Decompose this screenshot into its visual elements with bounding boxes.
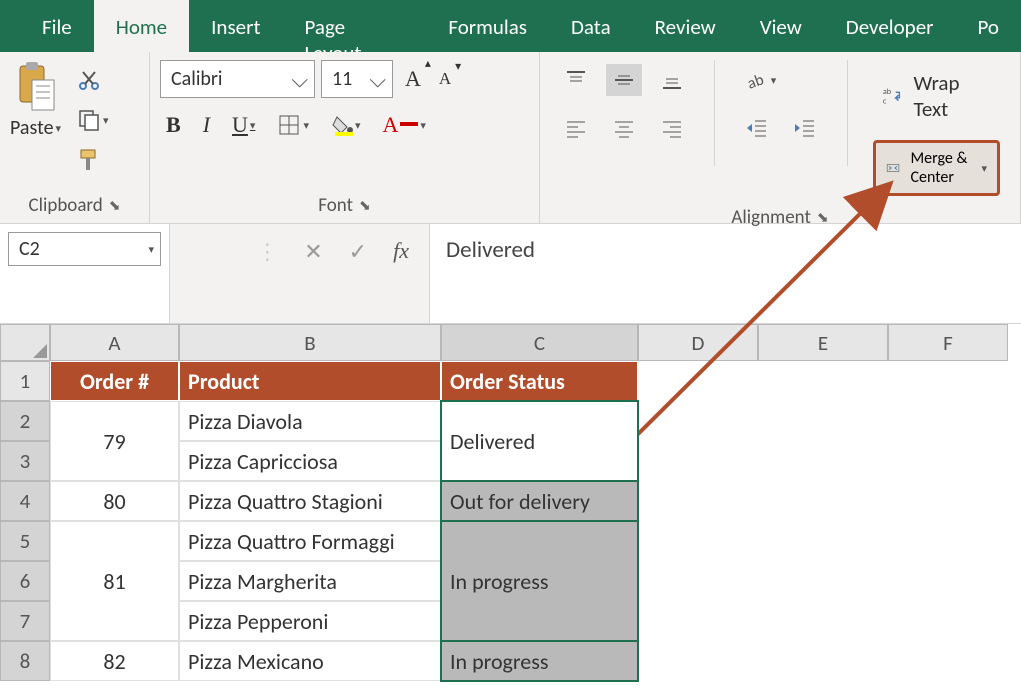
- fx-icon[interactable]: fx: [393, 238, 409, 264]
- increase-indent-button[interactable]: [787, 112, 823, 144]
- tab-view[interactable]: View: [738, 0, 824, 52]
- tab-data[interactable]: Data: [549, 0, 633, 52]
- tab-more[interactable]: Po: [955, 0, 1021, 52]
- data-cell[interactable]: Pizza Mexicano: [179, 641, 441, 681]
- alignment-group-label: Alignment: [731, 206, 810, 229]
- font-group-label: Font: [318, 194, 353, 217]
- col-header-a[interactable]: A: [50, 324, 179, 361]
- dialog-launcher-icon[interactable]: ⬊: [109, 197, 121, 214]
- tab-review[interactable]: Review: [633, 0, 738, 52]
- data-cell[interactable]: 80: [50, 481, 179, 521]
- tab-developer[interactable]: Developer: [824, 0, 956, 52]
- svg-text:c: c: [883, 96, 887, 106]
- align-center-button[interactable]: [606, 112, 642, 144]
- decrease-indent-button[interactable]: [739, 112, 775, 144]
- chevron-down-icon: ▾: [981, 162, 987, 175]
- select-all-corner[interactable]: [0, 324, 50, 361]
- data-cell[interactable]: Pizza Pepperoni: [179, 601, 441, 641]
- data-cell[interactable]: 81: [50, 521, 179, 641]
- align-right-button[interactable]: [654, 112, 690, 144]
- data-cell[interactable]: Pizza Margherita: [179, 561, 441, 601]
- tab-page-layout[interactable]: Page Layout: [282, 0, 426, 52]
- bold-button[interactable]: B: [160, 108, 187, 142]
- row-header[interactable]: 5: [0, 521, 50, 561]
- font-size-combo[interactable]: 11⌵: [321, 60, 393, 98]
- formula-input[interactable]: Delivered: [430, 224, 1021, 323]
- header-cell[interactable]: Product: [179, 361, 441, 401]
- align-top-button[interactable]: [558, 64, 594, 96]
- fill-color-button[interactable]: ▾: [325, 109, 367, 141]
- col-header-c[interactable]: C: [441, 324, 638, 361]
- copy-button[interactable]: ▾: [71, 104, 115, 136]
- svg-text:ab: ab: [745, 70, 766, 92]
- chevron-down-icon: ⌵: [369, 66, 386, 93]
- ribbon-tabs: File Home Insert Page Layout Formulas Da…: [0, 0, 1021, 52]
- italic-button[interactable]: I: [197, 108, 216, 142]
- row-header[interactable]: 3: [0, 441, 50, 481]
- data-cell[interactable]: 79: [50, 401, 179, 481]
- name-box[interactable]: C2▾: [8, 232, 161, 266]
- chevron-down-icon: ▾: [56, 122, 62, 135]
- tab-insert[interactable]: Insert: [189, 0, 282, 52]
- row-header[interactable]: 7: [0, 601, 50, 641]
- clipboard-group-label: Clipboard: [28, 194, 102, 217]
- row-header[interactable]: 8: [0, 641, 50, 681]
- cut-button[interactable]: [71, 64, 115, 96]
- data-cell[interactable]: In progress: [441, 641, 638, 681]
- decrease-font-button[interactable]: A▾: [433, 65, 457, 93]
- row-header[interactable]: 2: [0, 401, 50, 441]
- data-cell[interactable]: Pizza Diavola: [179, 401, 441, 441]
- increase-font-button[interactable]: A▴: [399, 62, 427, 96]
- underline-button[interactable]: U ▾: [226, 108, 261, 142]
- col-header-d[interactable]: D: [638, 324, 758, 361]
- cancel-icon[interactable]: ✕: [304, 238, 322, 265]
- merge-center-button[interactable]: Merge & Center ▾: [873, 140, 1000, 196]
- data-cell[interactable]: In progress: [441, 521, 638, 641]
- data-cell[interactable]: Pizza Quattro Formaggi: [179, 521, 441, 561]
- font-name-combo[interactable]: Calibri⌵: [160, 60, 315, 98]
- dialog-launcher-icon[interactable]: ⬊: [817, 209, 829, 226]
- chevron-down-icon: ⌵: [291, 66, 308, 93]
- header-cell[interactable]: Order #: [50, 361, 179, 401]
- col-header-e[interactable]: E: [758, 324, 888, 361]
- orientation-button[interactable]: ab▾: [739, 64, 783, 96]
- col-header-b[interactable]: B: [179, 324, 441, 361]
- align-left-button[interactable]: [558, 112, 594, 144]
- wrap-text-button[interactable]: abc Wrap Text: [873, 66, 1000, 126]
- tab-formulas[interactable]: Formulas: [426, 0, 549, 52]
- data-cell[interactable]: Pizza Quattro Stagioni: [179, 481, 441, 521]
- row-header[interactable]: 4: [0, 481, 50, 521]
- borders-button[interactable]: ▾: [271, 109, 315, 141]
- align-bottom-button[interactable]: [654, 64, 690, 96]
- tab-file[interactable]: File: [20, 0, 94, 52]
- ribbon: Paste ▾ ▾ Clipboard ⬊ Calibri⌵ 11⌵ A▴ A▾…: [0, 52, 1021, 224]
- data-cell[interactable]: 82: [50, 641, 179, 681]
- format-painter-button[interactable]: [71, 144, 115, 176]
- dots-icon: ⋮: [256, 238, 278, 265]
- chevron-down-icon: ▾: [148, 243, 154, 256]
- paste-button[interactable]: Paste ▾: [10, 116, 61, 140]
- enter-icon[interactable]: ✓: [349, 238, 367, 265]
- dialog-launcher-icon[interactable]: ⬊: [359, 197, 371, 214]
- header-cell[interactable]: Order Status: [441, 361, 638, 401]
- selected-cell[interactable]: Delivered: [441, 401, 638, 481]
- spreadsheet-grid[interactable]: A B C D E F 1 Order # Product Order Stat…: [0, 324, 1021, 681]
- tab-home[interactable]: Home: [94, 0, 189, 52]
- font-color-button[interactable]: A▾: [377, 108, 432, 142]
- data-cell[interactable]: Out for delivery: [441, 481, 638, 521]
- formula-bar: C2▾ ⋮ ✕ ✓ fx Delivered: [0, 224, 1021, 324]
- row-header[interactable]: 1: [0, 361, 50, 401]
- col-header-f[interactable]: F: [888, 324, 1008, 361]
- align-middle-button[interactable]: [606, 64, 642, 96]
- paste-icon[interactable]: [14, 62, 58, 114]
- data-cell[interactable]: Pizza Capricciosa: [179, 441, 441, 481]
- row-header[interactable]: 6: [0, 561, 50, 601]
